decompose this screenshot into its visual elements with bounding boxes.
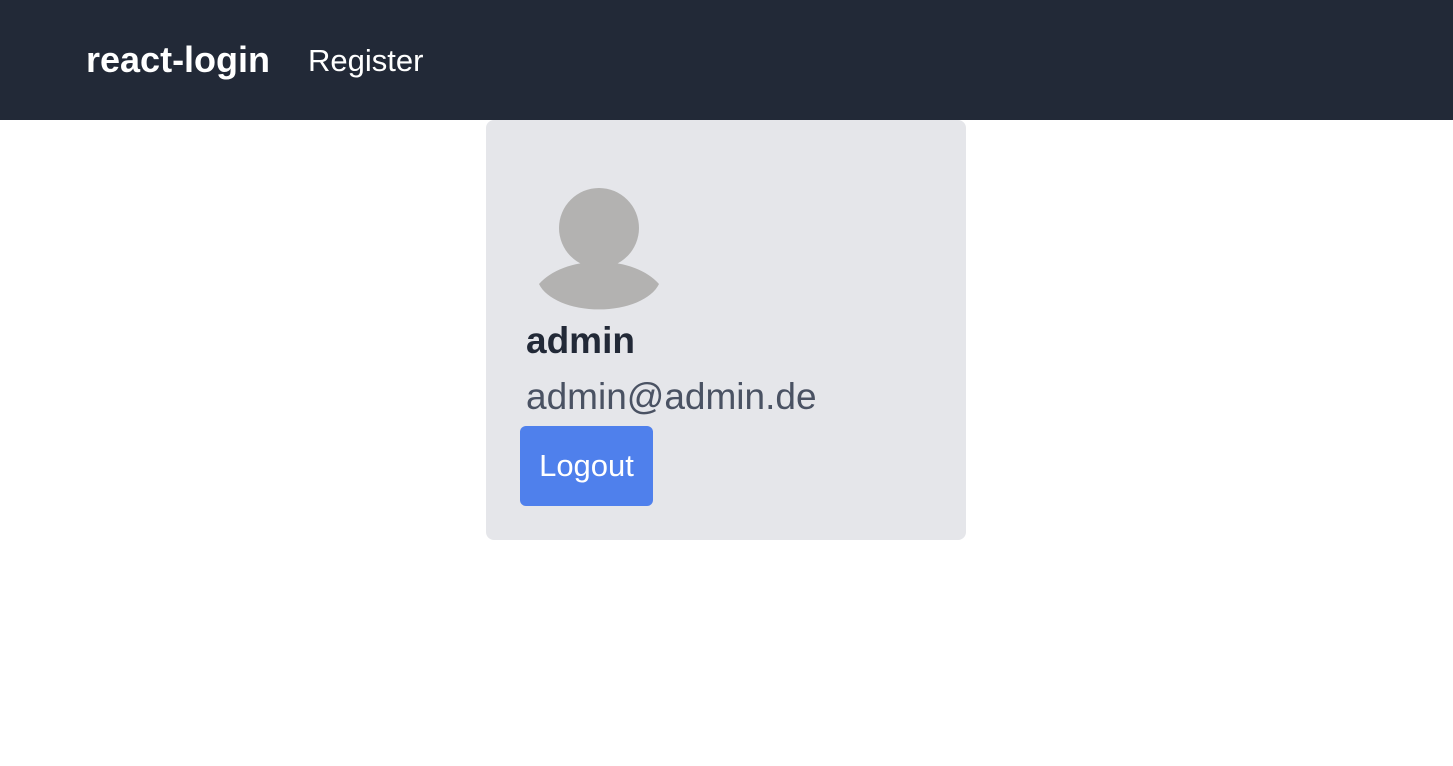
user-avatar-icon	[539, 188, 659, 310]
profile-email: admin@admin.de	[526, 376, 817, 417]
nav-link-register[interactable]: Register	[308, 40, 423, 82]
brand-link[interactable]: react-login	[86, 38, 270, 82]
logout-button[interactable]: Logout	[520, 426, 653, 506]
top-navbar: react-login Register	[0, 0, 1453, 120]
profile-username: admin	[526, 320, 635, 361]
